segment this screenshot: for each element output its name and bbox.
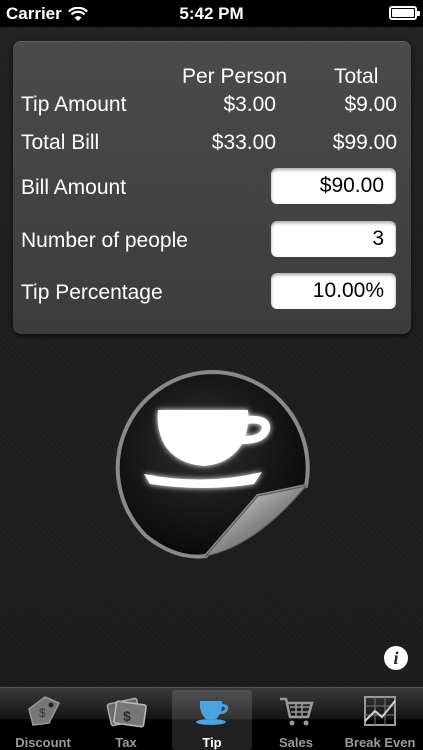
status-time: 5:42 PM: [179, 4, 244, 23]
tip-percentage-field[interactable]: 10.00%: [271, 273, 396, 309]
tab-tax[interactable]: $ Tax: [86, 690, 166, 750]
tab-break-even[interactable]: Break Even: [340, 690, 420, 750]
price-tag-icon: $: [28, 696, 61, 726]
money-icon: $: [106, 697, 147, 728]
battery-icon: [389, 6, 420, 20]
total-bill-label: Total Bill: [21, 131, 100, 154]
tab-break-even-label: Break Even: [344, 735, 416, 750]
tab-tax-label: Tax: [115, 735, 137, 750]
tab-sales-label: Sales: [279, 735, 313, 750]
info-icon[interactable]: i: [384, 646, 408, 670]
total-header: Total: [334, 65, 379, 88]
tip-calculator-panel: Per Person Total Tip Amount $3.00 $9.00 …: [13, 41, 411, 334]
shopping-cart-icon: [280, 697, 314, 726]
tab-tip-label: Tip: [202, 735, 222, 750]
number-of-people-field[interactable]: 3: [271, 221, 396, 257]
tip-percentage-label: Tip Percentage: [21, 281, 163, 304]
coffee-cup-icon: [196, 701, 229, 725]
total-bill-per-person: $33.00: [211, 131, 276, 154]
tab-discount-label: Discount: [15, 735, 71, 750]
coffee-cup-sticker-icon: [115, 369, 310, 559]
bill-amount-field[interactable]: $90.00: [271, 168, 396, 204]
line-chart-icon: [364, 696, 396, 726]
bill-amount-label: Bill Amount: [21, 176, 127, 199]
total-bill-total: $99.00: [332, 131, 397, 154]
tip-amount-label: Tip Amount: [21, 93, 127, 116]
number-of-people-label: Number of people: [21, 229, 188, 252]
tip-amount-total: $9.00: [344, 93, 397, 116]
tab-sales[interactable]: Sales: [256, 690, 336, 750]
tab-bar: $ Discount $ Tax Tip Sales Break Even: [0, 687, 423, 750]
status-bar: Carrier 5:42 PM: [0, 0, 423, 27]
tab-tip[interactable]: Tip: [172, 690, 252, 750]
svg-text:$: $: [39, 706, 46, 720]
per-person-header: Per Person: [182, 65, 288, 88]
tip-amount-per-person: $3.00: [223, 93, 276, 116]
svg-text:$: $: [123, 708, 131, 724]
tab-discount[interactable]: $ Discount: [3, 690, 83, 750]
